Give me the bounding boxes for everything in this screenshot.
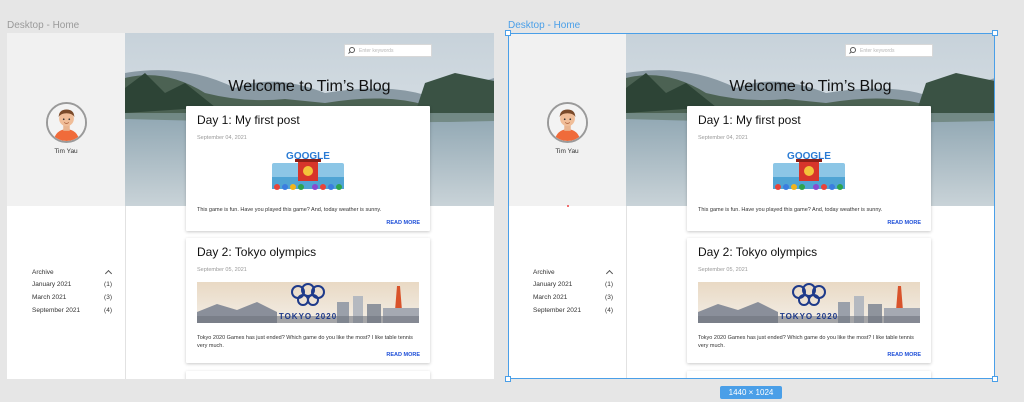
archive-item[interactable]: March 2021 (3): [32, 291, 112, 304]
doodle-text: GOOGLE: [787, 151, 831, 162]
google-doodle-image: GOOGLE: [268, 149, 348, 195]
archive-count: (1): [104, 281, 112, 288]
artboard-left[interactable]: Tim Yau Archive January 2021 (1) March 2…: [7, 33, 494, 379]
post-excerpt: Tokyo 2020 Games has just ended? Which g…: [698, 335, 914, 349]
archive-count: (3): [104, 294, 112, 301]
search-icon[interactable]: [348, 47, 355, 54]
read-more-link[interactable]: READ MORE: [386, 220, 420, 226]
artboard-right[interactable]: Tim Yau Archive January 2021 (1) March 2…: [508, 33, 995, 379]
archive-month: January 2021: [32, 281, 72, 288]
read-more-link[interactable]: READ MORE: [887, 352, 921, 358]
archive-month: March 2021: [533, 294, 568, 301]
archive-item[interactable]: January 2021 (1): [32, 278, 112, 291]
archive-count: (1): [605, 281, 613, 288]
post-date: September 04, 2021: [698, 135, 748, 141]
archive-month: March 2021: [32, 294, 67, 301]
cursor-marker: [567, 205, 569, 207]
post-card[interactable]: Day 1: My first post September 04, 2021 …: [186, 106, 430, 231]
archive-header[interactable]: Archive: [32, 266, 112, 278]
avatar-illustration: [48, 104, 85, 141]
archive-month: January 2021: [533, 281, 573, 288]
avatar-illustration: [549, 104, 586, 141]
avatar: [46, 102, 87, 143]
tokyo-banner-text: TOKYO 2020: [780, 312, 838, 321]
archive-widget: Archive January 2021 (1) March 2021 (3) …: [533, 266, 613, 317]
post-date: September 04, 2021: [197, 135, 247, 141]
post-card[interactable]: Day 2: Tokyo olympics September 05, 2021: [687, 238, 931, 363]
archive-month: September 2021: [533, 307, 582, 314]
archive-month: September 2021: [32, 307, 81, 314]
post-card-partial[interactable]: [186, 371, 430, 379]
post-title[interactable]: Day 1: My first post: [698, 113, 801, 127]
search-bar[interactable]: [845, 44, 933, 57]
post-excerpt: Tokyo 2020 Games has just ended? Which g…: [197, 335, 413, 349]
post-date: September 05, 2021: [698, 267, 748, 273]
author-name: Tim Yau: [555, 148, 579, 155]
resize-handle-bottom-right[interactable]: [992, 376, 998, 382]
archive-widget: Archive January 2021 (1) March 2021 (3) …: [32, 266, 112, 317]
blog-title: Welcome to Tim’s Blog: [729, 78, 892, 95]
frame-label-left[interactable]: Desktop - Home: [7, 20, 79, 31]
archive-count: (3): [605, 294, 613, 301]
doodle-text: GOOGLE: [286, 151, 330, 162]
author-name: Tim Yau: [54, 148, 78, 155]
archive-header[interactable]: Archive: [533, 266, 613, 278]
post-card[interactable]: Day 1: My first post September 04, 2021 …: [687, 106, 931, 231]
post-title[interactable]: Day 1: My first post: [197, 113, 300, 127]
post-title[interactable]: Day 2: Tokyo olympics: [197, 245, 316, 259]
archive-heading: Archive: [32, 268, 54, 276]
resize-handle-top-left[interactable]: [505, 30, 511, 36]
search-bar[interactable]: [344, 44, 432, 57]
post-card[interactable]: Day 2: Tokyo olympics September 05, 2021: [186, 238, 430, 363]
avatar: [547, 102, 588, 143]
frame-label-right[interactable]: Desktop - Home: [508, 20, 580, 31]
search-icon[interactable]: [849, 47, 856, 54]
search-input[interactable]: [359, 47, 429, 54]
archive-count: (4): [104, 307, 112, 314]
archive-heading: Archive: [533, 268, 555, 276]
search-input[interactable]: [860, 47, 930, 54]
post-title[interactable]: Day 2: Tokyo olympics: [698, 245, 817, 259]
tokyo-2020-image: TOKYO 2020: [197, 282, 419, 323]
tokyo-2020-image: TOKYO 2020: [698, 282, 920, 323]
post-excerpt: This game is fun. Have you played this g…: [698, 207, 883, 213]
archive-count: (4): [605, 307, 613, 314]
read-more-link[interactable]: READ MORE: [386, 352, 420, 358]
resize-handle-top-right[interactable]: [992, 30, 998, 36]
dimension-badge: 1440 × 1024: [720, 386, 782, 399]
google-doodle-image: GOOGLE: [769, 149, 849, 195]
chevron-up-icon[interactable]: [105, 269, 112, 276]
post-date: September 05, 2021: [197, 267, 247, 273]
tokyo-banner-text: TOKYO 2020: [279, 312, 337, 321]
archive-item[interactable]: March 2021 (3): [533, 291, 613, 304]
blog-title: Welcome to Tim’s Blog: [228, 78, 391, 95]
chevron-up-icon[interactable]: [606, 269, 613, 276]
archive-item[interactable]: September 2021 (4): [533, 304, 613, 317]
read-more-link[interactable]: READ MORE: [887, 220, 921, 226]
archive-item[interactable]: September 2021 (4): [32, 304, 112, 317]
resize-handle-bottom-left[interactable]: [505, 376, 511, 382]
archive-item[interactable]: January 2021 (1): [533, 278, 613, 291]
post-excerpt: This game is fun. Have you played this g…: [197, 207, 382, 213]
post-card-partial[interactable]: [687, 371, 931, 379]
